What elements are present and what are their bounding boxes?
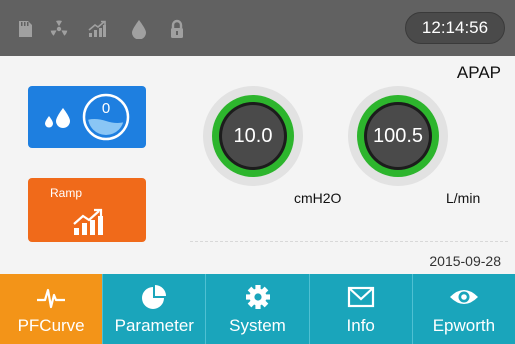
tab-info[interactable]: Info [310,274,413,344]
hazard-icon [48,18,70,40]
tab-system-label: System [229,316,286,335]
tab-parameter[interactable]: Parameter [103,274,207,344]
eye-icon [449,290,478,304]
pie-chart-icon [142,285,167,309]
therapy-mode-label: APAP [456,63,501,82]
tab-epworth-label: Epworth [432,316,496,335]
flow-value: 100.5 [372,124,424,147]
humidifier-button[interactable]: 0 [28,86,146,148]
sd-card-icon [14,18,36,40]
signal-trend-icon [86,18,108,40]
ramp-label: Ramp [50,186,83,200]
tab-system[interactable]: System [206,274,310,344]
tab-info-label: Info [346,316,375,335]
pressure-unit: cmH2O [294,190,342,206]
waveform-icon [37,288,66,309]
tab-pfcurve[interactable]: PFCurve [0,274,104,344]
ramp-chart-icon [73,208,103,235]
gear-icon [245,285,270,309]
flow-unit: L/min [446,190,481,206]
tab-parameter-label: Parameter [114,316,194,335]
date-display: 2015-09-28 [429,253,501,269]
clock-display: 12:14:56 [405,12,505,44]
status-bar: 12:14:56 [0,0,515,56]
ramp-button[interactable]: Ramp [28,178,146,242]
pressure-value: 10.0 [233,124,273,147]
bottom-tab-bar: PFCurve Parameter System Info Epworth [0,274,515,344]
water-drop-icon [128,18,150,40]
pressure-gauge: 10.0 [202,85,304,187]
divider [190,241,508,242]
water-drops-icon [45,108,70,128]
lock-icon [166,18,188,40]
device-screen: 12:14:56 APAP 0 Ramp 10.0 cmH2O 100.5 L/… [0,0,515,344]
tab-epworth[interactable]: Epworth [413,274,515,344]
humidity-level-value: 0 [101,99,111,117]
flow-gauge: 100.5 [347,85,449,187]
envelope-icon [347,286,374,308]
tab-pfcurve-label: PFCurve [17,316,85,335]
